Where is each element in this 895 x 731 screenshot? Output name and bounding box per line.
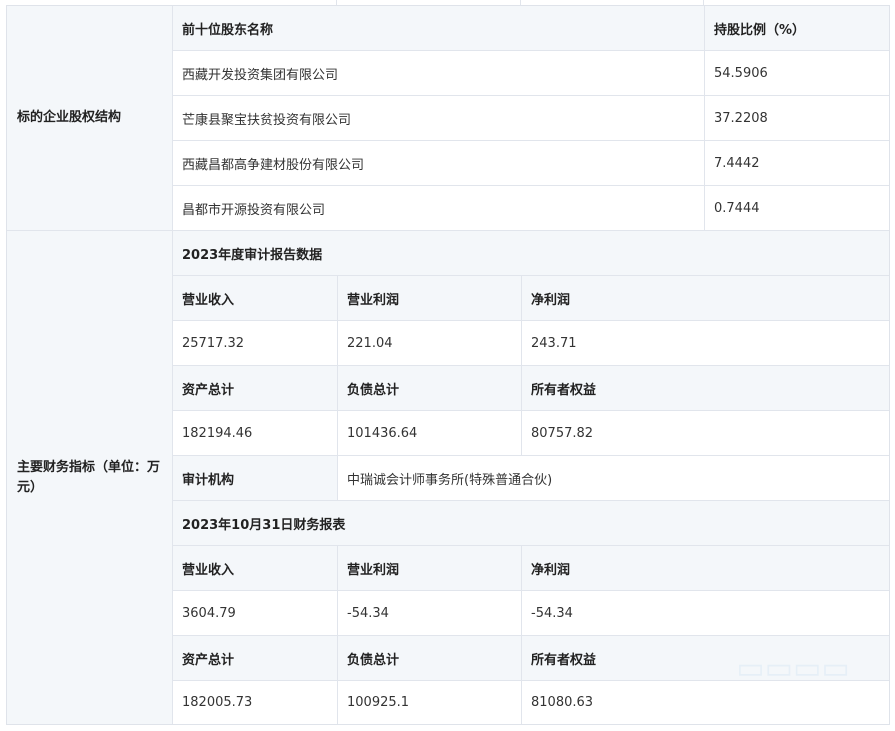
net-profit-header: 净利润 bbox=[522, 546, 889, 590]
equity-structure-label: 标的企业股权结构 bbox=[7, 6, 172, 230]
share-ratio: 54.5906 bbox=[714, 65, 768, 81]
total-liabilities-value: 101436.64 bbox=[347, 425, 418, 441]
finance-indicators-label: 主要财务指标（单位：万元） bbox=[7, 231, 172, 724]
total-liabilities-header: 负债总计 bbox=[338, 636, 521, 680]
shareholder-name: 芒康县聚宝扶贫投资有限公司 bbox=[182, 112, 352, 128]
operating-profit-header: 营业利润 bbox=[338, 276, 521, 320]
share-ratio: 37.2208 bbox=[714, 110, 768, 126]
shareholder-name: 西藏昌都高争建材股份有限公司 bbox=[182, 157, 365, 173]
operating-profit-header: 营业利润 bbox=[338, 546, 521, 590]
auditor-label: 审计机构 bbox=[173, 456, 337, 500]
audit-report-title: 2023年度审计报告数据 bbox=[173, 231, 889, 275]
total-assets-header: 资产总计 bbox=[173, 636, 337, 680]
total-assets-value: 182194.46 bbox=[182, 425, 253, 441]
total-liabilities-value: 100925.1 bbox=[347, 695, 410, 710]
operating-profit-value: 221.04 bbox=[347, 335, 393, 351]
total-assets-header: 资产总计 bbox=[173, 366, 337, 410]
financial-statement-title: 2023年10月31日财务报表 bbox=[173, 501, 889, 545]
revenue-value: 25717.32 bbox=[182, 335, 245, 351]
revenue-header: 营业收入 bbox=[173, 276, 337, 320]
revenue-header: 营业收入 bbox=[173, 546, 337, 590]
revenue-value: 3604.79 bbox=[182, 605, 236, 621]
shareholder-name: 昌都市开源投资有限公司 bbox=[182, 202, 326, 218]
info-table: 标的企业股权结构 前十位股东名称 持股比例（%） 西藏开发投资集团有限公司 54… bbox=[6, 5, 890, 725]
net-profit-header: 净利润 bbox=[522, 276, 889, 320]
operating-profit-value: -54.34 bbox=[347, 605, 389, 621]
share-ratio: 7.4442 bbox=[714, 155, 760, 171]
total-assets-value: 182005.73 bbox=[182, 695, 253, 710]
share-ratio-header: 持股比例（%） bbox=[705, 6, 889, 50]
watermark: ▭▭▭▭ bbox=[736, 651, 850, 686]
shareholder-name-header: 前十位股东名称 bbox=[173, 6, 704, 50]
owners-equity-header: 所有者权益 bbox=[522, 366, 889, 410]
auditor-value: 中瑞诚会计师事务所(特殊普通合伙) bbox=[347, 472, 553, 488]
net-profit-value: -54.34 bbox=[531, 605, 573, 621]
shareholder-name: 西藏开发投资集团有限公司 bbox=[182, 67, 339, 83]
total-liabilities-header: 负债总计 bbox=[338, 366, 521, 410]
owners-equity-value: 80757.82 bbox=[531, 425, 594, 441]
net-profit-value: 243.71 bbox=[531, 335, 577, 351]
share-ratio: 0.7444 bbox=[714, 200, 760, 216]
